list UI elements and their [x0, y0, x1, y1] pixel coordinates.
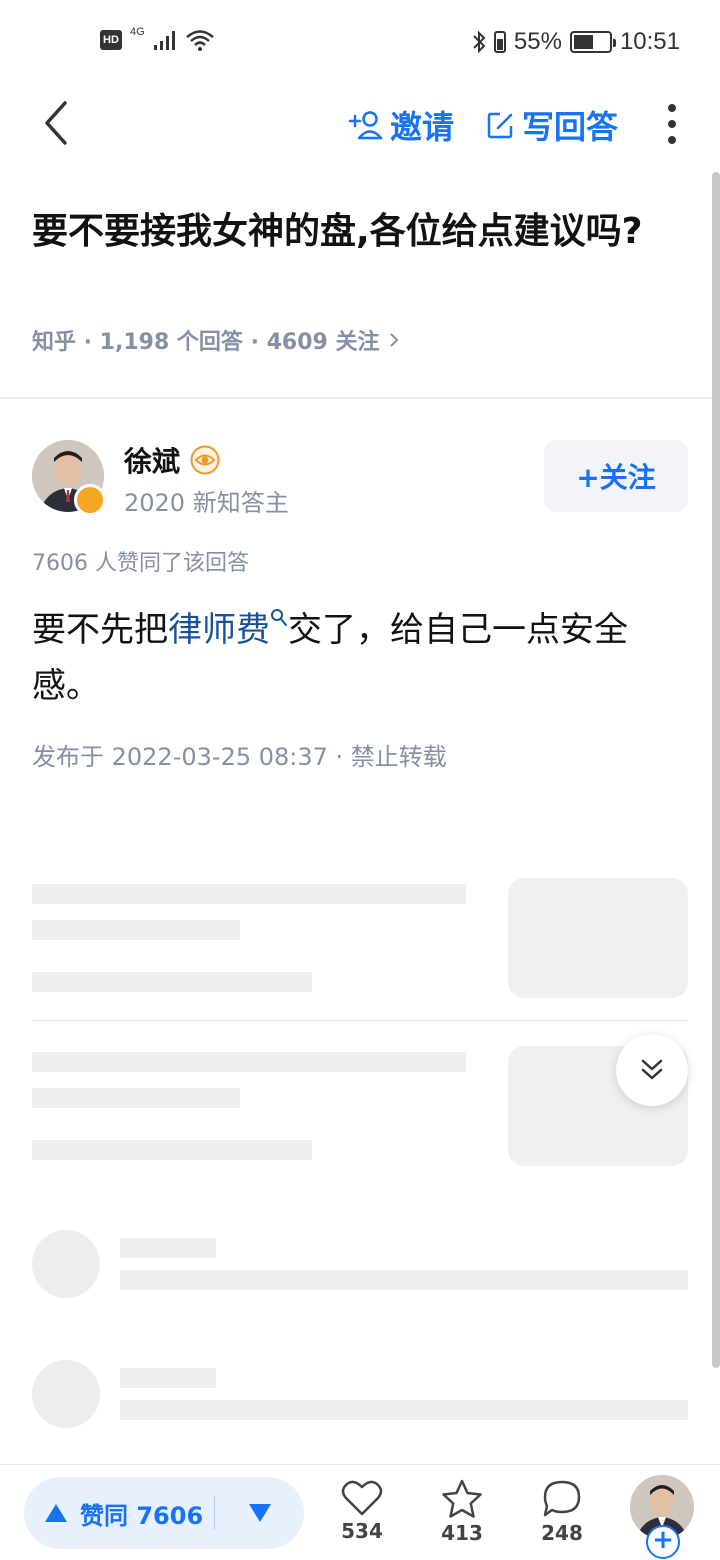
battery-icon: [569, 31, 616, 53]
skeleton-line: [120, 1270, 688, 1290]
triangle-up-icon: [45, 1504, 67, 1522]
comment-count: 248: [541, 1521, 583, 1545]
more-dot: [668, 136, 676, 144]
question-title[interactable]: 要不要接我女神的盘,各位给点建议吗?: [32, 204, 652, 260]
author-name: 徐斌: [124, 445, 181, 478]
bottom-action-bar: 赞同 7606 534 413 248 +: [0, 1464, 720, 1560]
status-bar: HD 4G 55% 10:51: [0, 0, 720, 84]
double-chevron-down-icon: [641, 1059, 663, 1080]
skeleton-line: [120, 1368, 216, 1388]
chevron-left-icon: [45, 101, 67, 145]
scrollbar[interactable]: [712, 172, 720, 1368]
star-icon: [442, 1479, 482, 1518]
add-content-button[interactable]: +: [646, 1525, 680, 1559]
skeleton-line: [120, 1400, 688, 1420]
invite-button[interactable]: 邀请: [348, 102, 454, 148]
back-button[interactable]: [36, 98, 76, 148]
skeleton-thumbnail: [508, 878, 688, 998]
clock: 10:51: [619, 28, 680, 55]
chevron-right-icon: [389, 333, 398, 347]
skeleton-line: [32, 1088, 240, 1108]
scroll-down-button[interactable]: [616, 1034, 688, 1106]
search-icon[interactable]: [270, 608, 288, 628]
author-name-row[interactable]: 徐斌: [124, 440, 220, 480]
network-type: 4G: [130, 26, 145, 38]
like-button[interactable]: 534: [322, 1479, 402, 1543]
comment-bubble-icon: [543, 1480, 581, 1517]
skeleton-line: [32, 1052, 466, 1072]
skeleton-line: [120, 1238, 216, 1258]
triangle-down-icon: [248, 1504, 271, 1522]
more-dot: [668, 104, 676, 112]
vote-summary: 7606 人赞同了该回答: [32, 551, 249, 576]
follow-button[interactable]: +关注: [544, 440, 688, 512]
add-user-icon: [348, 111, 383, 140]
skeleton-divider: [32, 1020, 688, 1021]
eye-badge-icon: [190, 445, 220, 475]
question-meta[interactable]: 知乎 · 1,198 个回答 · 4609 关注: [32, 324, 400, 356]
upvote-button[interactable]: 赞同 7606: [24, 1496, 214, 1531]
battery-fill: [573, 35, 593, 49]
question-meta-text: 知乎 · 1,198 个回答 · 4609 关注: [32, 330, 380, 355]
verified-badge-icon: [74, 484, 106, 516]
status-bar-left: HD 4G: [100, 26, 215, 52]
author-subtitle: 2020 新知答主: [124, 489, 289, 517]
battery-percent: 55%: [513, 28, 562, 55]
vote-pill: 赞同 7606: [24, 1477, 304, 1549]
signal-icon: [153, 31, 175, 50]
skeleton-avatar: [32, 1360, 100, 1428]
skeleton-avatar: [32, 1230, 100, 1298]
upvote-label: 赞同 7606: [80, 1501, 204, 1530]
skeleton-line: [32, 920, 240, 940]
status-bar-right: 55% 10:51: [472, 28, 680, 56]
write-answer-label: 写回答: [522, 108, 619, 146]
comment-button[interactable]: 248: [522, 1479, 602, 1545]
bluetooth-icon: [473, 30, 486, 54]
section-divider: [0, 397, 720, 399]
favorite-button[interactable]: 413: [422, 1479, 502, 1545]
edit-icon: [487, 112, 513, 139]
hd-badge: HD: [100, 30, 122, 50]
top-nav: 邀请 写回答: [0, 84, 720, 162]
answer-text-before: 要不先把: [32, 610, 168, 650]
like-count: 534: [341, 1519, 383, 1543]
downvote-button[interactable]: [215, 1503, 304, 1523]
wifi-icon: [185, 30, 214, 51]
invite-label: 邀请: [390, 108, 455, 146]
more-menu-button[interactable]: [662, 104, 682, 144]
heart-icon: [341, 1480, 383, 1516]
write-answer-button[interactable]: 写回答: [486, 102, 618, 148]
answer-body: 要不先把律师费 交了，给自己一点安全感。: [32, 602, 682, 714]
skeleton-line: [32, 884, 466, 904]
favorite-count: 413: [441, 1521, 483, 1545]
more-dot: [668, 120, 676, 128]
skeleton-line: [32, 972, 312, 992]
answer-keyword-link[interactable]: 律师费: [168, 610, 270, 650]
vibrate-battery-icon: [493, 31, 506, 53]
publish-info: 发布于 2022-03-25 08:37 · 禁止转载: [32, 743, 447, 771]
skeleton-line: [32, 1140, 312, 1160]
